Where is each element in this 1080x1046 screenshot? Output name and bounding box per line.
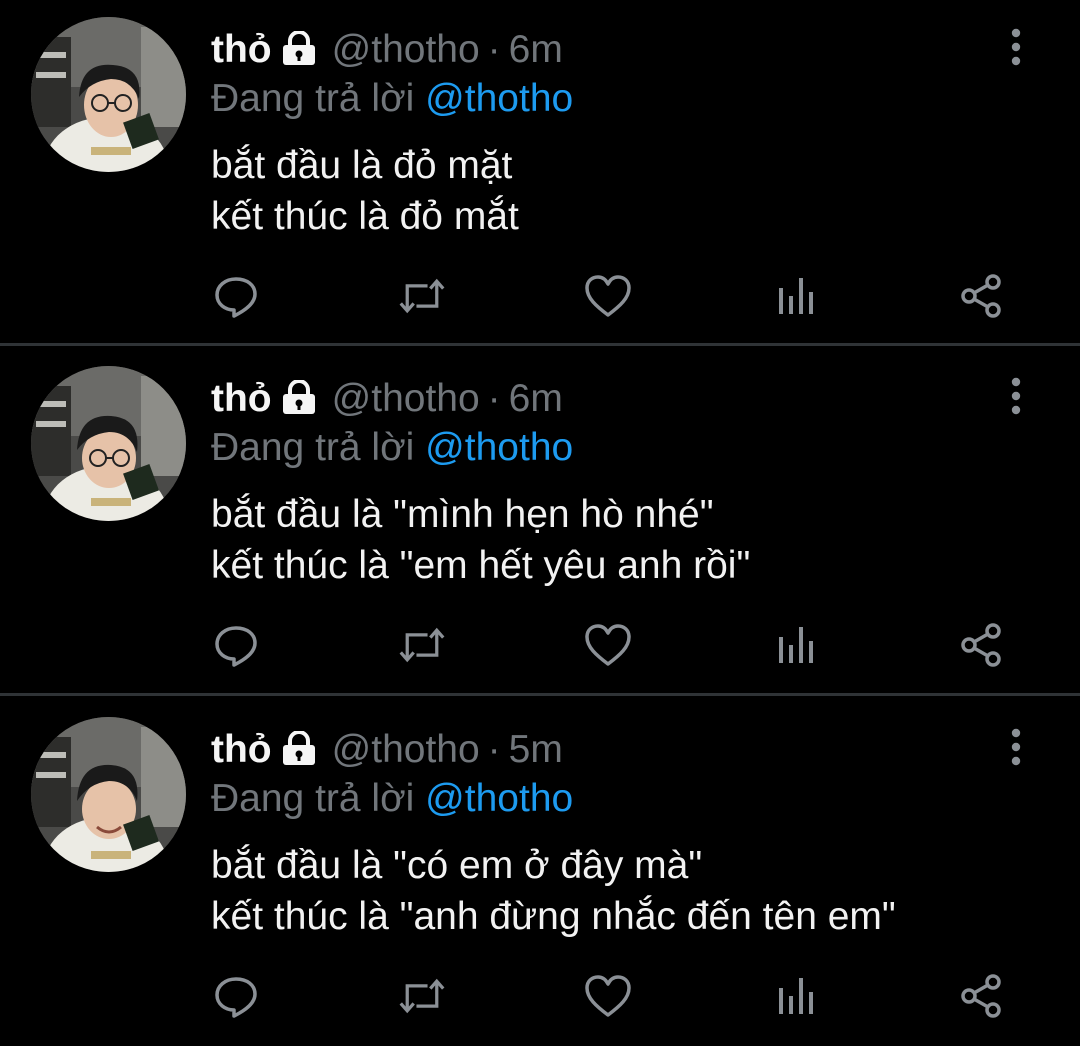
tweet[interactable]: thỏ @thotho · 5m Đang trả lời @thotho bắt đ…: [0, 700, 1080, 1043]
replying-to: Đang trả lời @thotho: [211, 775, 573, 823]
analytics-icon: [779, 627, 813, 663]
user-handle[interactable]: @thotho: [332, 28, 480, 71]
avatar[interactable]: [31, 717, 186, 872]
display-name[interactable]: thỏ: [211, 728, 272, 771]
divider: [0, 343, 1080, 346]
lock-icon: [280, 729, 318, 777]
like-button[interactable]: [584, 272, 632, 320]
retweet-icon: [399, 978, 445, 1014]
tweet-text: bắt đầu là "có em ở đây mà" kết thúc là …: [211, 840, 896, 942]
separator-dot: ·: [487, 377, 501, 420]
reply-button[interactable]: [212, 272, 260, 320]
share-icon: [961, 974, 1001, 1018]
timestamp[interactable]: 5m: [509, 728, 563, 771]
share-icon: [961, 623, 1001, 667]
heart-icon: [585, 975, 631, 1017]
replying-to-label: Đang trả lời: [211, 777, 415, 820]
tweet[interactable]: thỏ @thotho · 6m Đang trả lời @thotho bắt đ…: [0, 0, 1080, 343]
share-button[interactable]: [957, 272, 1005, 320]
action-bar: [0, 972, 1080, 1020]
reply-mention-link[interactable]: @thotho: [425, 77, 573, 120]
reply-button[interactable]: [212, 972, 260, 1020]
reply-icon: [215, 977, 257, 1018]
tweet-text: bắt đầu là "mình hẹn hò nhé" kết thúc là…: [211, 489, 750, 591]
heart-icon: [585, 624, 631, 666]
replying-to-label: Đang trả lời: [211, 426, 415, 469]
divider: [0, 693, 1080, 696]
lock-icon: [280, 378, 318, 426]
tweet-header: thỏ @thotho · 5m: [211, 726, 563, 774]
tweet-text: bắt đầu là đỏ mặt kết thúc là đỏ mắt: [211, 140, 519, 242]
reply-icon: [215, 626, 257, 667]
tweet-text-line: kết thúc là "anh đừng nhắc đến tên em": [211, 895, 896, 938]
replying-to-label: Đang trả lời: [211, 77, 415, 120]
share-button[interactable]: [957, 972, 1005, 1020]
separator-dot: ·: [487, 728, 501, 771]
reply-icon: [215, 277, 257, 318]
retweet-button[interactable]: [398, 972, 446, 1020]
reply-mention-link[interactable]: @thotho: [425, 426, 573, 469]
timestamp[interactable]: 6m: [509, 28, 563, 71]
heart-icon: [585, 275, 631, 317]
analytics-icon: [779, 278, 813, 314]
views-button[interactable]: [771, 621, 819, 669]
action-bar: [0, 272, 1080, 320]
tweet-text-line: kết thúc là đỏ mắt: [211, 195, 519, 238]
more-vertical-icon[interactable]: [1003, 28, 1029, 66]
display-name[interactable]: thỏ: [211, 377, 272, 420]
reply-button[interactable]: [212, 621, 260, 669]
retweet-button[interactable]: [398, 621, 446, 669]
more-vertical-icon[interactable]: [1003, 728, 1029, 766]
avatar[interactable]: [31, 366, 186, 521]
timestamp[interactable]: 6m: [509, 377, 563, 420]
retweet-icon: [399, 627, 445, 663]
views-button[interactable]: [771, 972, 819, 1020]
avatar[interactable]: [31, 17, 186, 172]
reply-mention-link[interactable]: @thotho: [425, 777, 573, 820]
retweet-button[interactable]: [398, 272, 446, 320]
tweet-text-line: kết thúc là "em hết yêu anh rồi": [211, 544, 751, 587]
lock-icon: [280, 29, 318, 77]
analytics-icon: [779, 978, 813, 1014]
tweet-text-line: bắt đầu là "mình hẹn hò nhé": [211, 493, 714, 536]
tweet-header: thỏ @thotho · 6m: [211, 375, 563, 423]
action-bar: [0, 621, 1080, 669]
replying-to: Đang trả lời @thotho: [211, 75, 573, 123]
more-vertical-icon[interactable]: [1003, 377, 1029, 415]
like-button[interactable]: [584, 972, 632, 1020]
share-icon: [961, 274, 1001, 318]
separator-dot: ·: [487, 28, 501, 71]
tweet-text-line: bắt đầu là "có em ở đây mà": [211, 844, 703, 887]
tweet[interactable]: thỏ @thotho · 6m Đang trả lời @thotho bắt đ…: [0, 349, 1080, 692]
retweet-icon: [399, 278, 445, 314]
tweet-feed: thỏ @thotho · 6m Đang trả lời @thotho bắt đ…: [0, 0, 1080, 1046]
display-name[interactable]: thỏ: [211, 28, 272, 71]
like-button[interactable]: [584, 621, 632, 669]
views-button[interactable]: [771, 272, 819, 320]
user-handle[interactable]: @thotho: [332, 377, 480, 420]
replying-to: Đang trả lời @thotho: [211, 424, 573, 472]
tweet-text-line: bắt đầu là đỏ mặt: [211, 144, 513, 187]
share-button[interactable]: [957, 621, 1005, 669]
tweet-header: thỏ @thotho · 6m: [211, 26, 563, 74]
user-handle[interactable]: @thotho: [332, 728, 480, 771]
